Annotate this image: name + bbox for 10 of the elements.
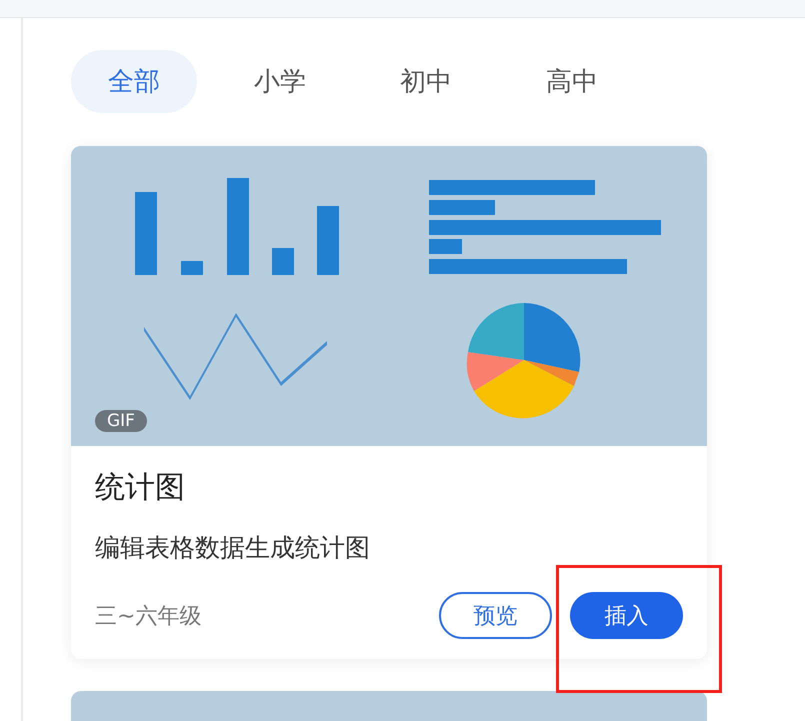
preview-button[interactable]: 预览 xyxy=(439,592,552,639)
format-badge: GIF xyxy=(95,410,147,432)
card-title: 统计图 xyxy=(95,469,186,507)
card-description: 编辑表格数据生成统计图 xyxy=(95,532,371,564)
category-tab[interactable]: 高中 xyxy=(509,50,635,113)
category-tab[interactable]: 小学 xyxy=(217,50,343,113)
category-tab[interactable]: 初中 xyxy=(363,50,489,113)
grade-label: 三~六年级 xyxy=(95,602,202,630)
insert-button[interactable]: 插入 xyxy=(570,592,683,639)
category-tab[interactable]: 全部 xyxy=(71,50,197,113)
